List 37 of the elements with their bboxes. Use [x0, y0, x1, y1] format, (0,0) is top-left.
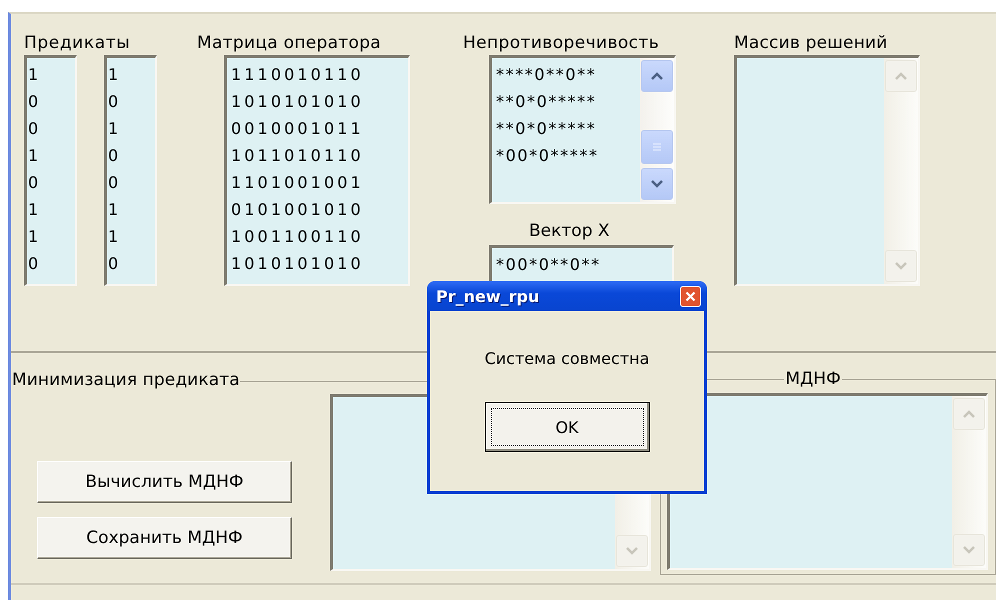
list-item: 1: [28, 145, 38, 167]
list-item: 1: [108, 226, 118, 248]
list-item: 0: [108, 172, 118, 194]
list-item: **0*0*****: [496, 118, 596, 140]
list-item: **0*0*****: [496, 91, 596, 113]
list-item: 1: [28, 64, 38, 86]
list-item: 1011010110: [231, 145, 364, 167]
field-value: *00*0**0**: [496, 254, 601, 276]
list-item: 1110010110: [231, 64, 364, 86]
list-item: 0: [28, 118, 38, 140]
field-label: Предикаты: [24, 32, 130, 55]
list-item: 1: [108, 118, 118, 140]
list-item: 0: [28, 253, 38, 275]
list-item: 1: [108, 64, 118, 86]
list-item: 1: [28, 226, 38, 248]
list-item: 1010101010: [231, 253, 364, 275]
list-item: 1: [108, 199, 118, 221]
list-item: 1101001001: [231, 172, 364, 194]
list-item: 0: [108, 145, 118, 167]
list-item: 1: [28, 199, 38, 221]
list-item: 0010001011: [231, 118, 364, 140]
field-label: Вектор X: [529, 220, 610, 243]
field-label: Непротиворечивость: [463, 32, 660, 55]
list-item: ****0**0**: [496, 64, 596, 86]
list-item: 1010101010: [231, 91, 364, 113]
list-item: 0101001010: [231, 199, 364, 221]
dialog-title: Pr_new_rpu: [436, 286, 540, 306]
list-item: 0: [28, 91, 38, 113]
list-item: 0: [108, 253, 118, 275]
list-item: *00*0*****: [496, 145, 599, 167]
field-label: Матрица оператора: [197, 32, 382, 55]
field-label: Массив решений: [734, 32, 888, 55]
dialog-message: Система совместна: [484, 349, 650, 368]
list-item: 1001100110: [231, 226, 364, 248]
list-item: 0: [108, 91, 118, 113]
group-label: Минимизация предиката: [12, 369, 240, 392]
list-item: 0: [28, 172, 38, 194]
